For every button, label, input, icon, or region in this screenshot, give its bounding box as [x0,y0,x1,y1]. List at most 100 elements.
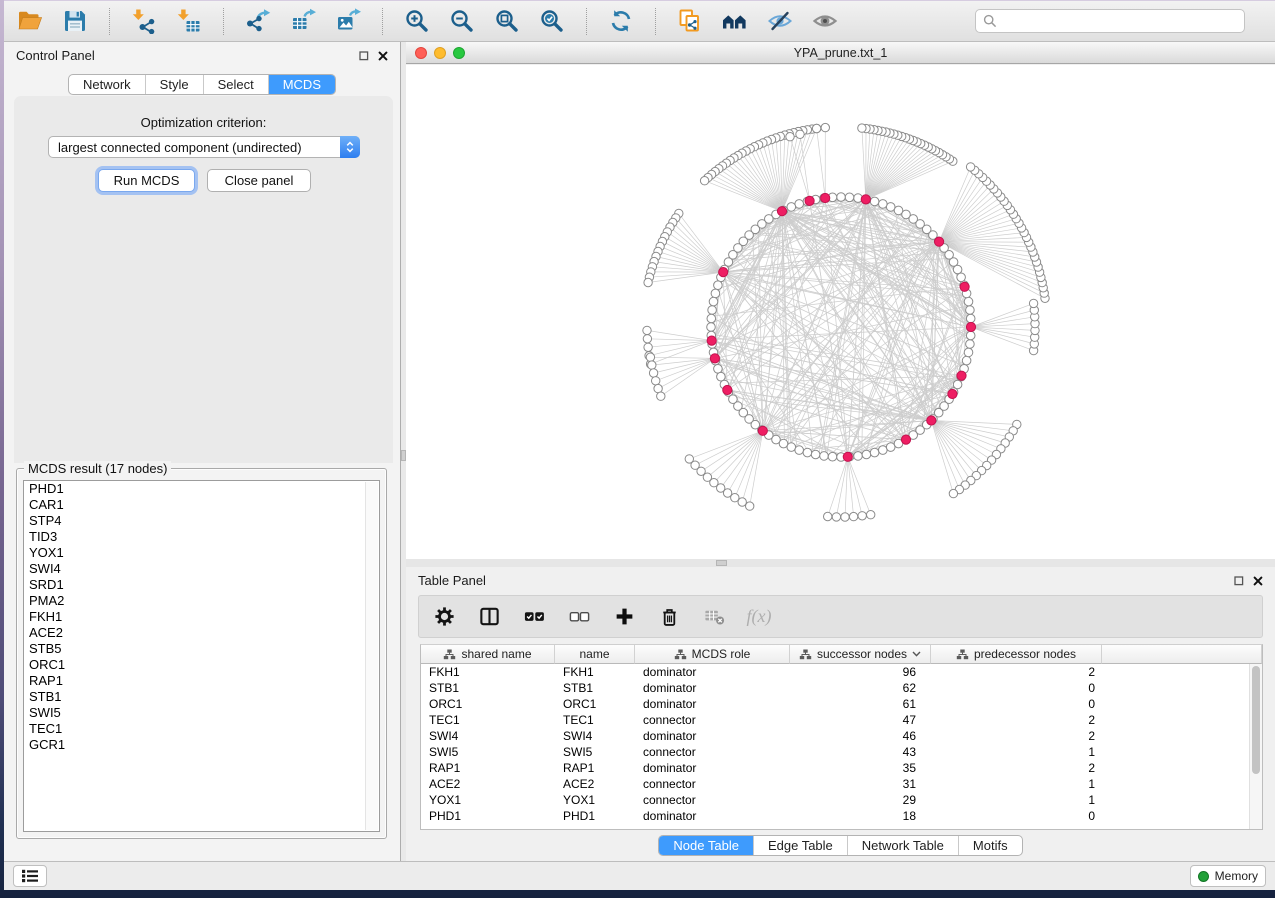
float-panel-icon[interactable] [359,51,369,61]
table-row[interactable]: SWI5SWI5connector431 [421,744,1262,760]
close-panel-icon[interactable] [1253,576,1263,586]
tab-network[interactable]: Network [69,75,145,94]
control-panel-header: Control Panel [4,42,400,69]
control-panel-tabs: NetworkStyleSelectMCDS [68,74,336,95]
mcds-node-item[interactable]: STB1 [24,689,379,705]
open-session-button[interactable] [16,7,44,35]
table-cell: 47 [790,712,931,728]
mcds-node-item[interactable]: PHD1 [24,481,379,497]
table-row[interactable]: TEC1TEC1connector472 [421,712,1262,728]
mcds-node-item[interactable]: GCR1 [24,737,379,753]
table-panel-tabs: Node TableEdge TableNetwork TableMotifs [658,835,1022,856]
memory-button[interactable]: Memory [1190,865,1266,887]
table-row[interactable]: FKH1FKH1dominator962 [421,664,1262,680]
table-row[interactable]: SWI4SWI4dominator462 [421,728,1262,744]
float-panel-icon[interactable] [1234,576,1244,586]
show-columns-button[interactable] [474,602,504,632]
save-session-button[interactable] [61,7,89,35]
table-cell: 2 [931,760,1102,776]
deselect-all-icon [568,605,591,628]
mcds-node-item[interactable]: ACE2 [24,625,379,641]
export-image-button[interactable] [334,7,362,35]
attribute-type-icon [674,649,687,660]
zoom-selected-button[interactable] [538,7,566,35]
mcds-node-item[interactable]: TID3 [24,529,379,545]
function-builder-button: f(x) [744,602,774,632]
main-toolbar [4,1,1275,42]
table-cell: 43 [790,744,931,760]
table-scrollbar-thumb[interactable] [1252,666,1260,774]
import-table-button[interactable] [175,7,203,35]
table-cell: 0 [931,696,1102,712]
tab-mcds[interactable]: MCDS [268,75,335,94]
run-mcds-button[interactable]: Run MCDS [98,169,195,192]
tab-style[interactable]: Style [145,75,203,94]
table-cell: 1 [931,776,1102,792]
table-cell: SWI4 [555,728,635,744]
delete-table-button [699,602,729,632]
refresh-view-button[interactable] [607,7,635,35]
search-box [975,9,1245,33]
table-tab-motifs[interactable]: Motifs [958,836,1022,855]
list-scrollbar-track[interactable] [365,482,378,830]
mcds-node-item[interactable]: STB5 [24,641,379,657]
mcds-node-item[interactable]: SWI4 [24,561,379,577]
clone-network-button[interactable] [676,7,704,35]
hide-selected-button[interactable] [766,7,794,35]
mcds-node-item[interactable]: SRD1 [24,577,379,593]
export-table-button[interactable] [289,7,317,35]
column-header-successor-nodes[interactable]: successor nodes [790,645,931,664]
table-row[interactable]: ACE2ACE2connector311 [421,776,1262,792]
table-cell: connector [635,712,790,728]
import-network-button[interactable] [130,7,158,35]
task-history-button[interactable] [13,865,47,887]
show-all-button[interactable] [811,7,839,35]
table-tab-network-table[interactable]: Network Table [847,836,958,855]
deselect-all-button[interactable] [564,602,594,632]
mcds-node-item[interactable]: TEC1 [24,721,379,737]
network-canvas[interactable] [406,65,1275,559]
control-panel-title: Control Panel [16,48,95,63]
search-input[interactable] [1002,14,1237,28]
mcds-node-item[interactable]: YOX1 [24,545,379,561]
mcds-node-item[interactable]: STP4 [24,513,379,529]
table-tab-edge-table[interactable]: Edge Table [753,836,847,855]
table-tab-node-table[interactable]: Node Table [659,836,753,855]
column-header-name[interactable]: name [555,645,635,664]
mcds-node-item[interactable]: FKH1 [24,609,379,625]
mcds-node-item[interactable]: CAR1 [24,497,379,513]
horizontal-split-divider[interactable] [406,559,1275,567]
column-header-predecessor-nodes[interactable]: predecessor nodes [931,645,1102,664]
mcds-node-item[interactable]: PMA2 [24,593,379,609]
criterion-value: largest connected component (undirected) [49,140,340,155]
import-network-icon [131,8,157,34]
close-panel-button[interactable]: Close panel [207,169,311,192]
zoom-out-button[interactable] [448,7,476,35]
mcds-node-item[interactable]: RAP1 [24,673,379,689]
mcds-node-item[interactable]: SWI5 [24,705,379,721]
table-row[interactable]: YOX1YOX1connector291 [421,792,1262,808]
table-row[interactable]: STB1STB1dominator620 [421,680,1262,696]
first-neighbors-button[interactable] [721,7,749,35]
zoom-in-button[interactable] [403,7,431,35]
mcds-node-item[interactable]: ORC1 [24,657,379,673]
table-cell: 62 [790,680,931,696]
criterion-dropdown[interactable]: largest connected component (undirected) [48,136,360,158]
export-network-button[interactable] [244,7,272,35]
table-row[interactable]: PHD1PHD1dominator180 [421,808,1262,824]
close-panel-icon[interactable] [378,51,388,61]
select-all-button[interactable] [519,602,549,632]
tab-select[interactable]: Select [203,75,268,94]
divider-handle[interactable] [716,560,727,566]
table-row[interactable]: RAP1RAP1dominator352 [421,760,1262,776]
table-scrollbar[interactable] [1249,664,1262,829]
column-header-MCDS-role[interactable]: MCDS role [635,645,790,664]
create-column-button[interactable] [609,602,639,632]
table-cell: TEC1 [555,712,635,728]
zoom-fit-button[interactable] [493,7,521,35]
table-settings-button[interactable] [429,602,459,632]
delete-column-button[interactable] [654,602,684,632]
network-window-title: YPA_prune.txt_1 [406,46,1275,60]
table-row[interactable]: ORC1ORC1dominator610 [421,696,1262,712]
column-header-shared-name[interactable]: shared name [421,645,555,664]
